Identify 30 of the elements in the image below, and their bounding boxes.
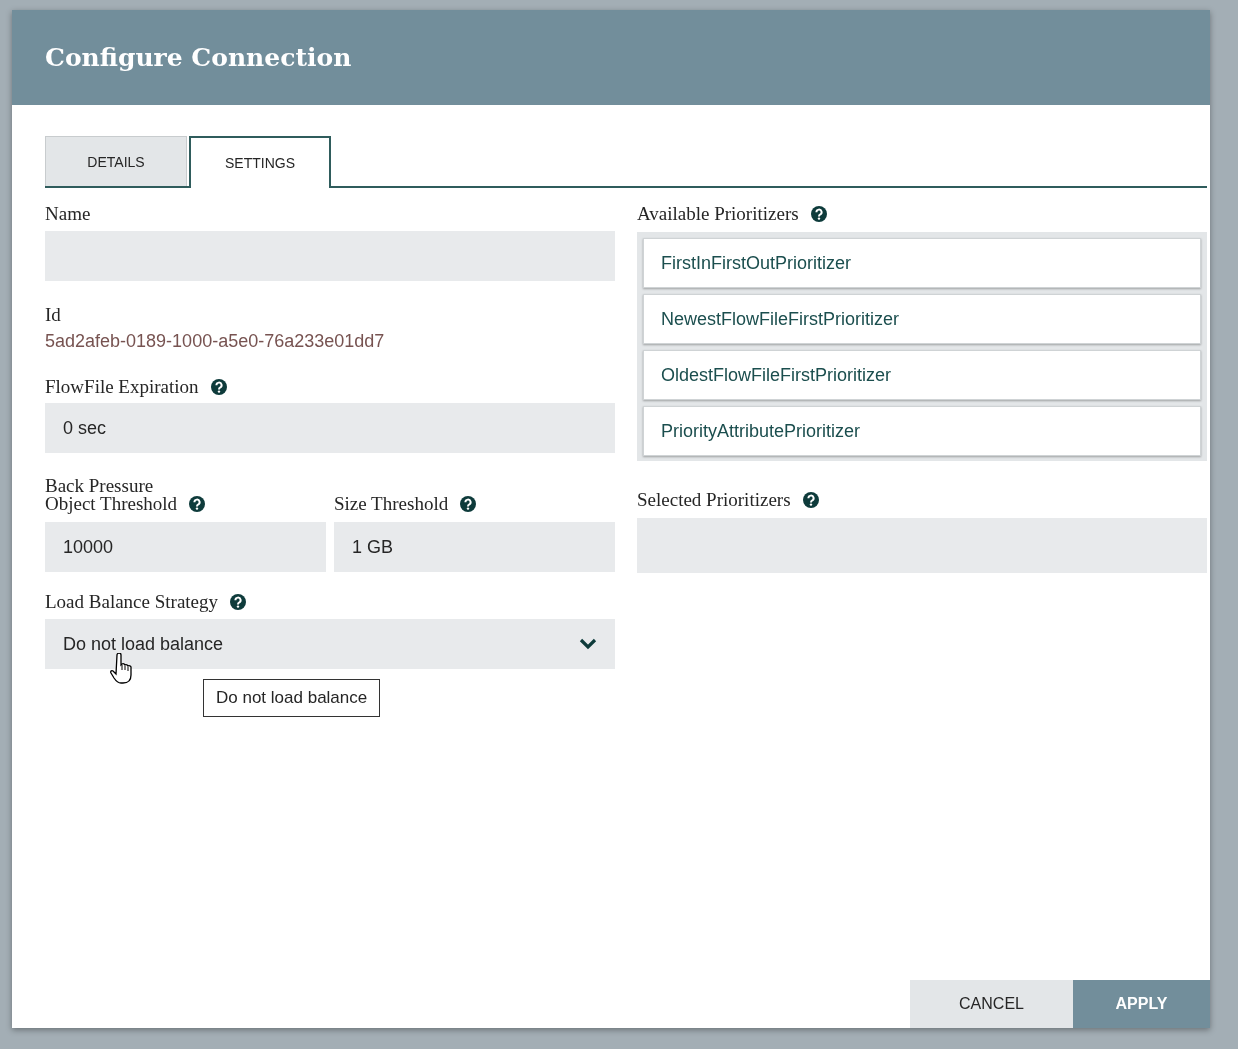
field-label: Id <box>45 304 61 325</box>
help-icon[interactable] <box>230 594 247 610</box>
input-field[interactable]: 10000 <box>45 522 326 572</box>
input-field[interactable]: 1 GB <box>334 522 615 572</box>
field-label: Back Pressure <box>45 475 154 496</box>
tab[interactable]: SETTINGS <box>189 136 331 188</box>
field-label: Selected Prioritizers <box>637 489 791 510</box>
dropdown[interactable]: Do not load balance <box>45 619 615 669</box>
cancel-button[interactable]: CANCEL <box>910 980 1073 1028</box>
field-label: Available Prioritizers <box>637 203 799 224</box>
field-label: Name <box>45 203 91 224</box>
dialog-title: Configure Connection <box>45 43 352 72</box>
tooltip: Do not load balance <box>203 679 381 717</box>
prioritizer-item[interactable]: FirstInFirstOutPrioritizer <box>643 238 1201 288</box>
prioritizer-item[interactable]: PriorityAttributePrioritizer <box>643 406 1201 456</box>
field-label: FlowFile Expiration <box>45 376 199 397</box>
input-field[interactable]: 0 sec <box>45 403 615 453</box>
help-icon[interactable] <box>802 492 819 508</box>
prioritizer-item[interactable]: OldestFlowFileFirstPrioritizer <box>643 350 1201 400</box>
help-icon[interactable] <box>460 496 477 512</box>
field-label: Size Threshold <box>334 493 449 514</box>
chevron-down-icon <box>579 638 597 650</box>
prioritizer-item[interactable]: NewestFlowFileFirstPrioritizer <box>643 294 1201 344</box>
help-icon[interactable] <box>210 379 227 395</box>
id-value: 5ad2afeb-0189-1000-a5e0-76a233e01dd7 <box>45 331 386 352</box>
field-label: Object Threshold <box>45 493 178 514</box>
help-icon[interactable] <box>810 206 827 222</box>
field-label: Load Balance Strategy <box>45 591 219 612</box>
tab[interactable]: DETAILS <box>45 136 187 186</box>
help-icon[interactable] <box>189 496 206 512</box>
